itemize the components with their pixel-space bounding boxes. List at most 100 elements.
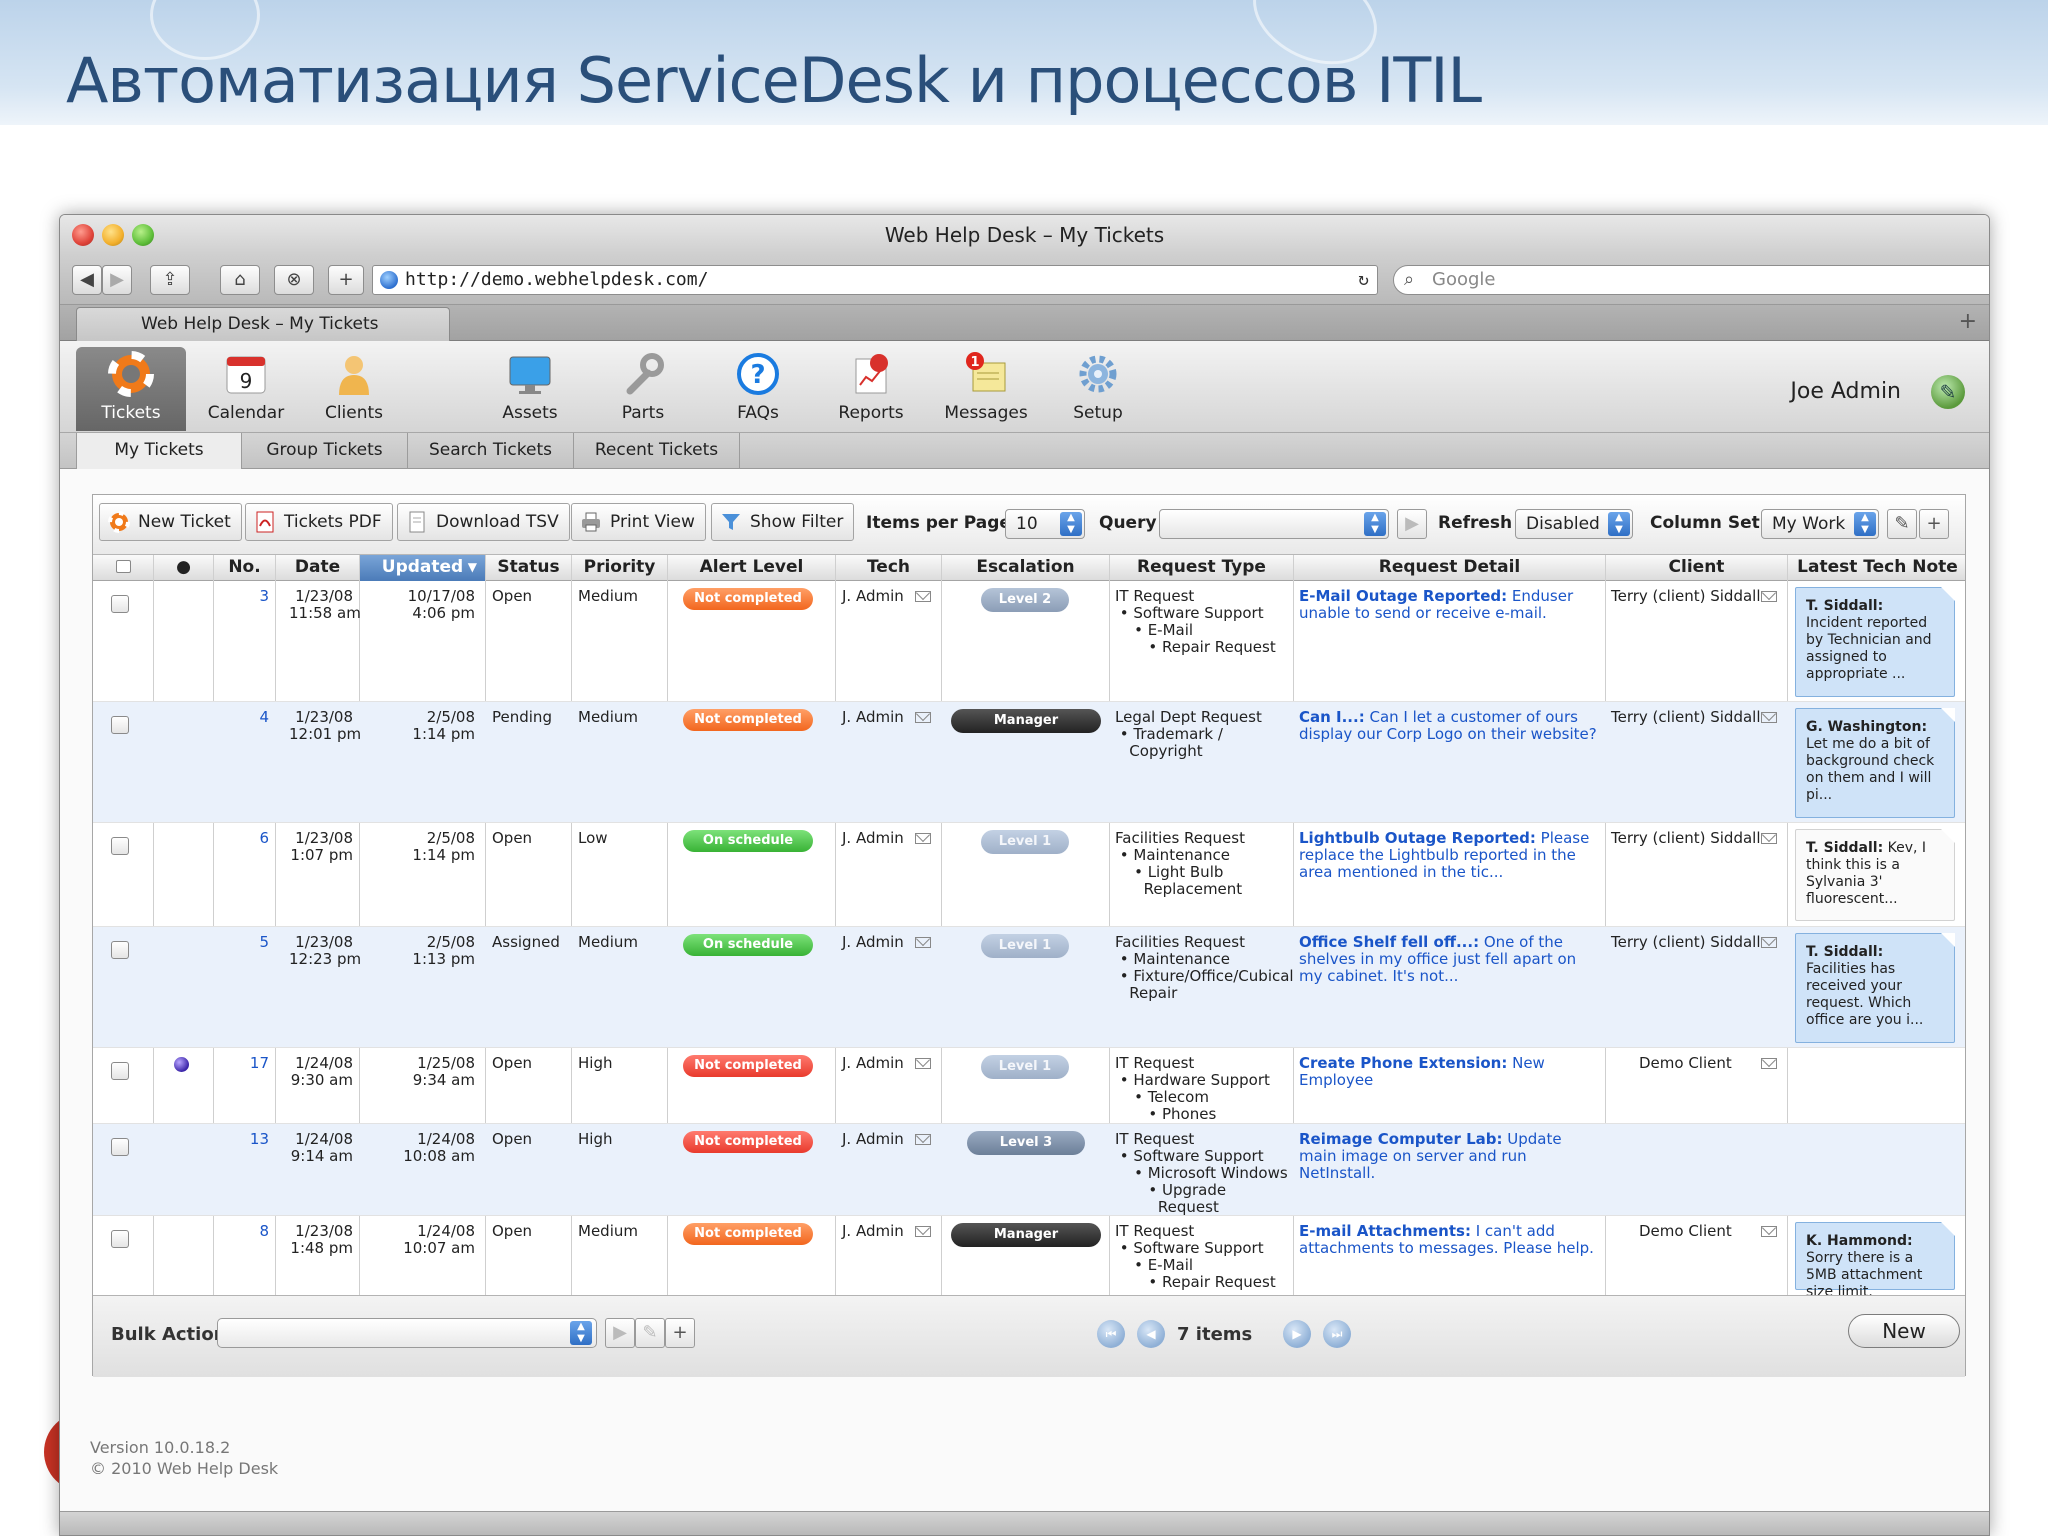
column-header-indicator[interactable]: ● [153, 555, 213, 581]
select-all-checkbox[interactable] [93, 555, 153, 581]
tab-recent-tickets[interactable]: Recent Tickets [574, 433, 740, 469]
column-header-no[interactable]: No. [213, 555, 275, 581]
email-icon[interactable] [1761, 1058, 1777, 1069]
tech-note[interactable]: T. Siddall: Kev, I think this is a Sylva… [1795, 829, 1955, 921]
column-header-latest-tech-note[interactable]: Latest Tech Note [1787, 555, 1967, 581]
row-checkbox[interactable] [111, 716, 129, 734]
column-header-status[interactable]: Status [485, 555, 571, 581]
tech-note[interactable]: T. Siddall: Facilities has received your… [1795, 933, 1955, 1043]
url-field[interactable]: http://demo.webhelpdesk.com/ ↻ [372, 265, 1378, 295]
row-checkbox[interactable] [111, 1230, 129, 1248]
column-header-tech[interactable]: Tech [835, 555, 941, 581]
next-page-icon[interactable]: ▶ [1283, 1320, 1311, 1348]
email-icon[interactable] [915, 1226, 931, 1237]
previous-page-icon[interactable]: ◀ [1137, 1320, 1165, 1348]
tickets-pdf-button[interactable]: Tickets PDF [245, 503, 393, 541]
table-row[interactable]: 6 1/23/08 1:07 pm 2/5/08 1:14 pm Open Low … [93, 823, 1965, 927]
email-icon[interactable] [915, 833, 931, 844]
table-row[interactable]: 5 1/23/08 12:23 pm 2/5/08 1:13 pm Assigned… [93, 927, 1965, 1048]
back-button[interactable]: ◀ [72, 265, 102, 295]
ticket-number-link[interactable]: 8 [239, 1223, 269, 1240]
table-row[interactable]: 4 1/23/08 12:01 pm 2/5/08 1:14 pm Pending … [93, 702, 1965, 823]
column-header-updated[interactable]: Updated ▼ [359, 555, 485, 581]
forward-button[interactable]: ▶ [102, 265, 132, 295]
last-page-icon[interactable]: ⏭ [1323, 1320, 1351, 1348]
table-row[interactable]: 13 1/24/08 9:14 am 1/24/08 10:08 am Open H… [93, 1124, 1965, 1216]
tech-note[interactable]: T. Siddall: Incident reported by Technic… [1795, 587, 1955, 697]
ticket-number-link[interactable]: 6 [239, 830, 269, 847]
request-detail-link[interactable]: Create Phone Extension: New Employee [1299, 1055, 1599, 1089]
reload-icon[interactable]: ↻ [1358, 266, 1369, 294]
ticket-number-link[interactable]: 3 [239, 588, 269, 605]
logout-icon[interactable]: ✎ [1931, 375, 1965, 409]
column-header-client[interactable]: Client [1605, 555, 1787, 581]
nav-tickets[interactable]: Tickets [76, 347, 186, 431]
nav-setup[interactable]: Setup [1048, 347, 1148, 431]
nav-clients[interactable]: Clients [304, 347, 404, 431]
ticket-number-link[interactable]: 4 [239, 709, 269, 726]
run-bulk-action-icon[interactable]: ▶ [605, 1318, 635, 1348]
tech-note[interactable]: K. Hammond: Sorry there is a 5MB attachm… [1795, 1222, 1955, 1300]
ticket-number-link[interactable]: 13 [239, 1131, 269, 1148]
nav-calendar[interactable]: 9 Calendar [196, 347, 296, 431]
table-row[interactable]: 8 1/23/08 1:48 pm 1/24/08 10:07 am Open Me… [93, 1216, 1965, 1300]
request-detail-link[interactable]: E-mail Attachments: I can't add attachme… [1299, 1223, 1599, 1257]
nav-parts[interactable]: Parts [593, 347, 693, 431]
edit-pencil-icon[interactable]: ✎ [1887, 509, 1917, 539]
browser-tab[interactable]: Web Help Desk – My Tickets [76, 307, 450, 341]
new-tab-icon[interactable]: + [1959, 309, 1977, 334]
email-icon[interactable] [915, 1058, 931, 1069]
column-set-select[interactable]: My Work ▲ ▼ [1761, 509, 1879, 539]
email-icon[interactable] [1761, 833, 1777, 844]
row-checkbox[interactable] [111, 941, 129, 959]
request-detail-link[interactable]: Office Shelf fell off...: One of the she… [1299, 934, 1599, 985]
email-icon[interactable] [915, 712, 931, 723]
add-column-set-icon[interactable]: + [1919, 509, 1949, 539]
email-icon[interactable] [915, 937, 931, 948]
tab-search-tickets[interactable]: Search Tickets [408, 433, 574, 469]
search-input[interactable]: ⌕ Google [1393, 265, 1989, 295]
home-icon[interactable]: ⌂ [220, 265, 260, 295]
email-icon[interactable] [915, 591, 931, 602]
row-checkbox[interactable] [111, 595, 129, 613]
add-bulk-action-icon[interactable]: + [665, 1318, 695, 1348]
row-checkbox[interactable] [111, 1138, 129, 1156]
column-header-priority[interactable]: Priority [571, 555, 667, 581]
bookmark-icon[interactable]: ⇪ [150, 265, 190, 295]
request-detail-link[interactable]: E-Mail Outage Reported: Enduser unable t… [1299, 588, 1599, 622]
print-view-button[interactable]: Print View [571, 503, 706, 541]
column-header-escalation[interactable]: Escalation [941, 555, 1109, 581]
request-detail-link[interactable]: Lightbulb Outage Reported: Please replac… [1299, 830, 1599, 881]
download-tsv-button[interactable]: Download TSV [397, 503, 570, 541]
table-row[interactable]: 17 1/24/08 9:30 am 1/25/08 9:34 am Open Hi… [93, 1048, 1965, 1124]
email-icon[interactable] [1761, 937, 1777, 948]
refresh-select[interactable]: Disabled ▲ ▼ [1515, 509, 1633, 539]
request-detail-link[interactable]: Reimage Computer Lab: Update main image … [1299, 1131, 1599, 1182]
ticket-number-link[interactable]: 17 [239, 1055, 269, 1072]
email-icon[interactable] [1761, 712, 1777, 723]
column-header-request-type[interactable]: Request Type [1109, 555, 1293, 581]
row-checkbox[interactable] [111, 837, 129, 855]
email-icon[interactable] [1761, 591, 1777, 602]
items-per-page-select[interactable]: 10 ▲ ▼ [1005, 509, 1085, 539]
nav-reports[interactable]: Reports [821, 347, 921, 431]
user-name[interactable]: Joe Admin [1790, 379, 1901, 404]
ticket-number-link[interactable]: 5 [239, 934, 269, 951]
table-row[interactable]: 3 1/23/08 11:58 am 10/17/08 4:06 pm Open M… [93, 581, 1965, 702]
show-filter-button[interactable]: Show Filter [711, 503, 855, 541]
add-bookmark-icon[interactable]: + [328, 265, 364, 295]
edit-pencil-icon[interactable]: ✎ [635, 1318, 665, 1348]
column-header-date[interactable]: Date [275, 555, 359, 581]
run-query-icon[interactable]: ▶ [1397, 509, 1427, 539]
row-checkbox[interactable] [111, 1062, 129, 1080]
stop-icon[interactable]: ⊗ [274, 265, 314, 295]
tab-my-tickets[interactable]: My Tickets [76, 433, 242, 469]
email-icon[interactable] [915, 1134, 931, 1145]
bulk-action-select[interactable]: ▲ ▼ [217, 1318, 597, 1348]
nav-faqs[interactable]: ? FAQs [708, 347, 808, 431]
request-detail-link[interactable]: Can I...: Can I let a customer of ours d… [1299, 709, 1599, 743]
tab-group-tickets[interactable]: Group Tickets [242, 433, 408, 469]
nav-assets[interactable]: Assets [480, 347, 580, 431]
email-icon[interactable] [1761, 1226, 1777, 1237]
new-button[interactable]: New [1848, 1314, 1960, 1348]
